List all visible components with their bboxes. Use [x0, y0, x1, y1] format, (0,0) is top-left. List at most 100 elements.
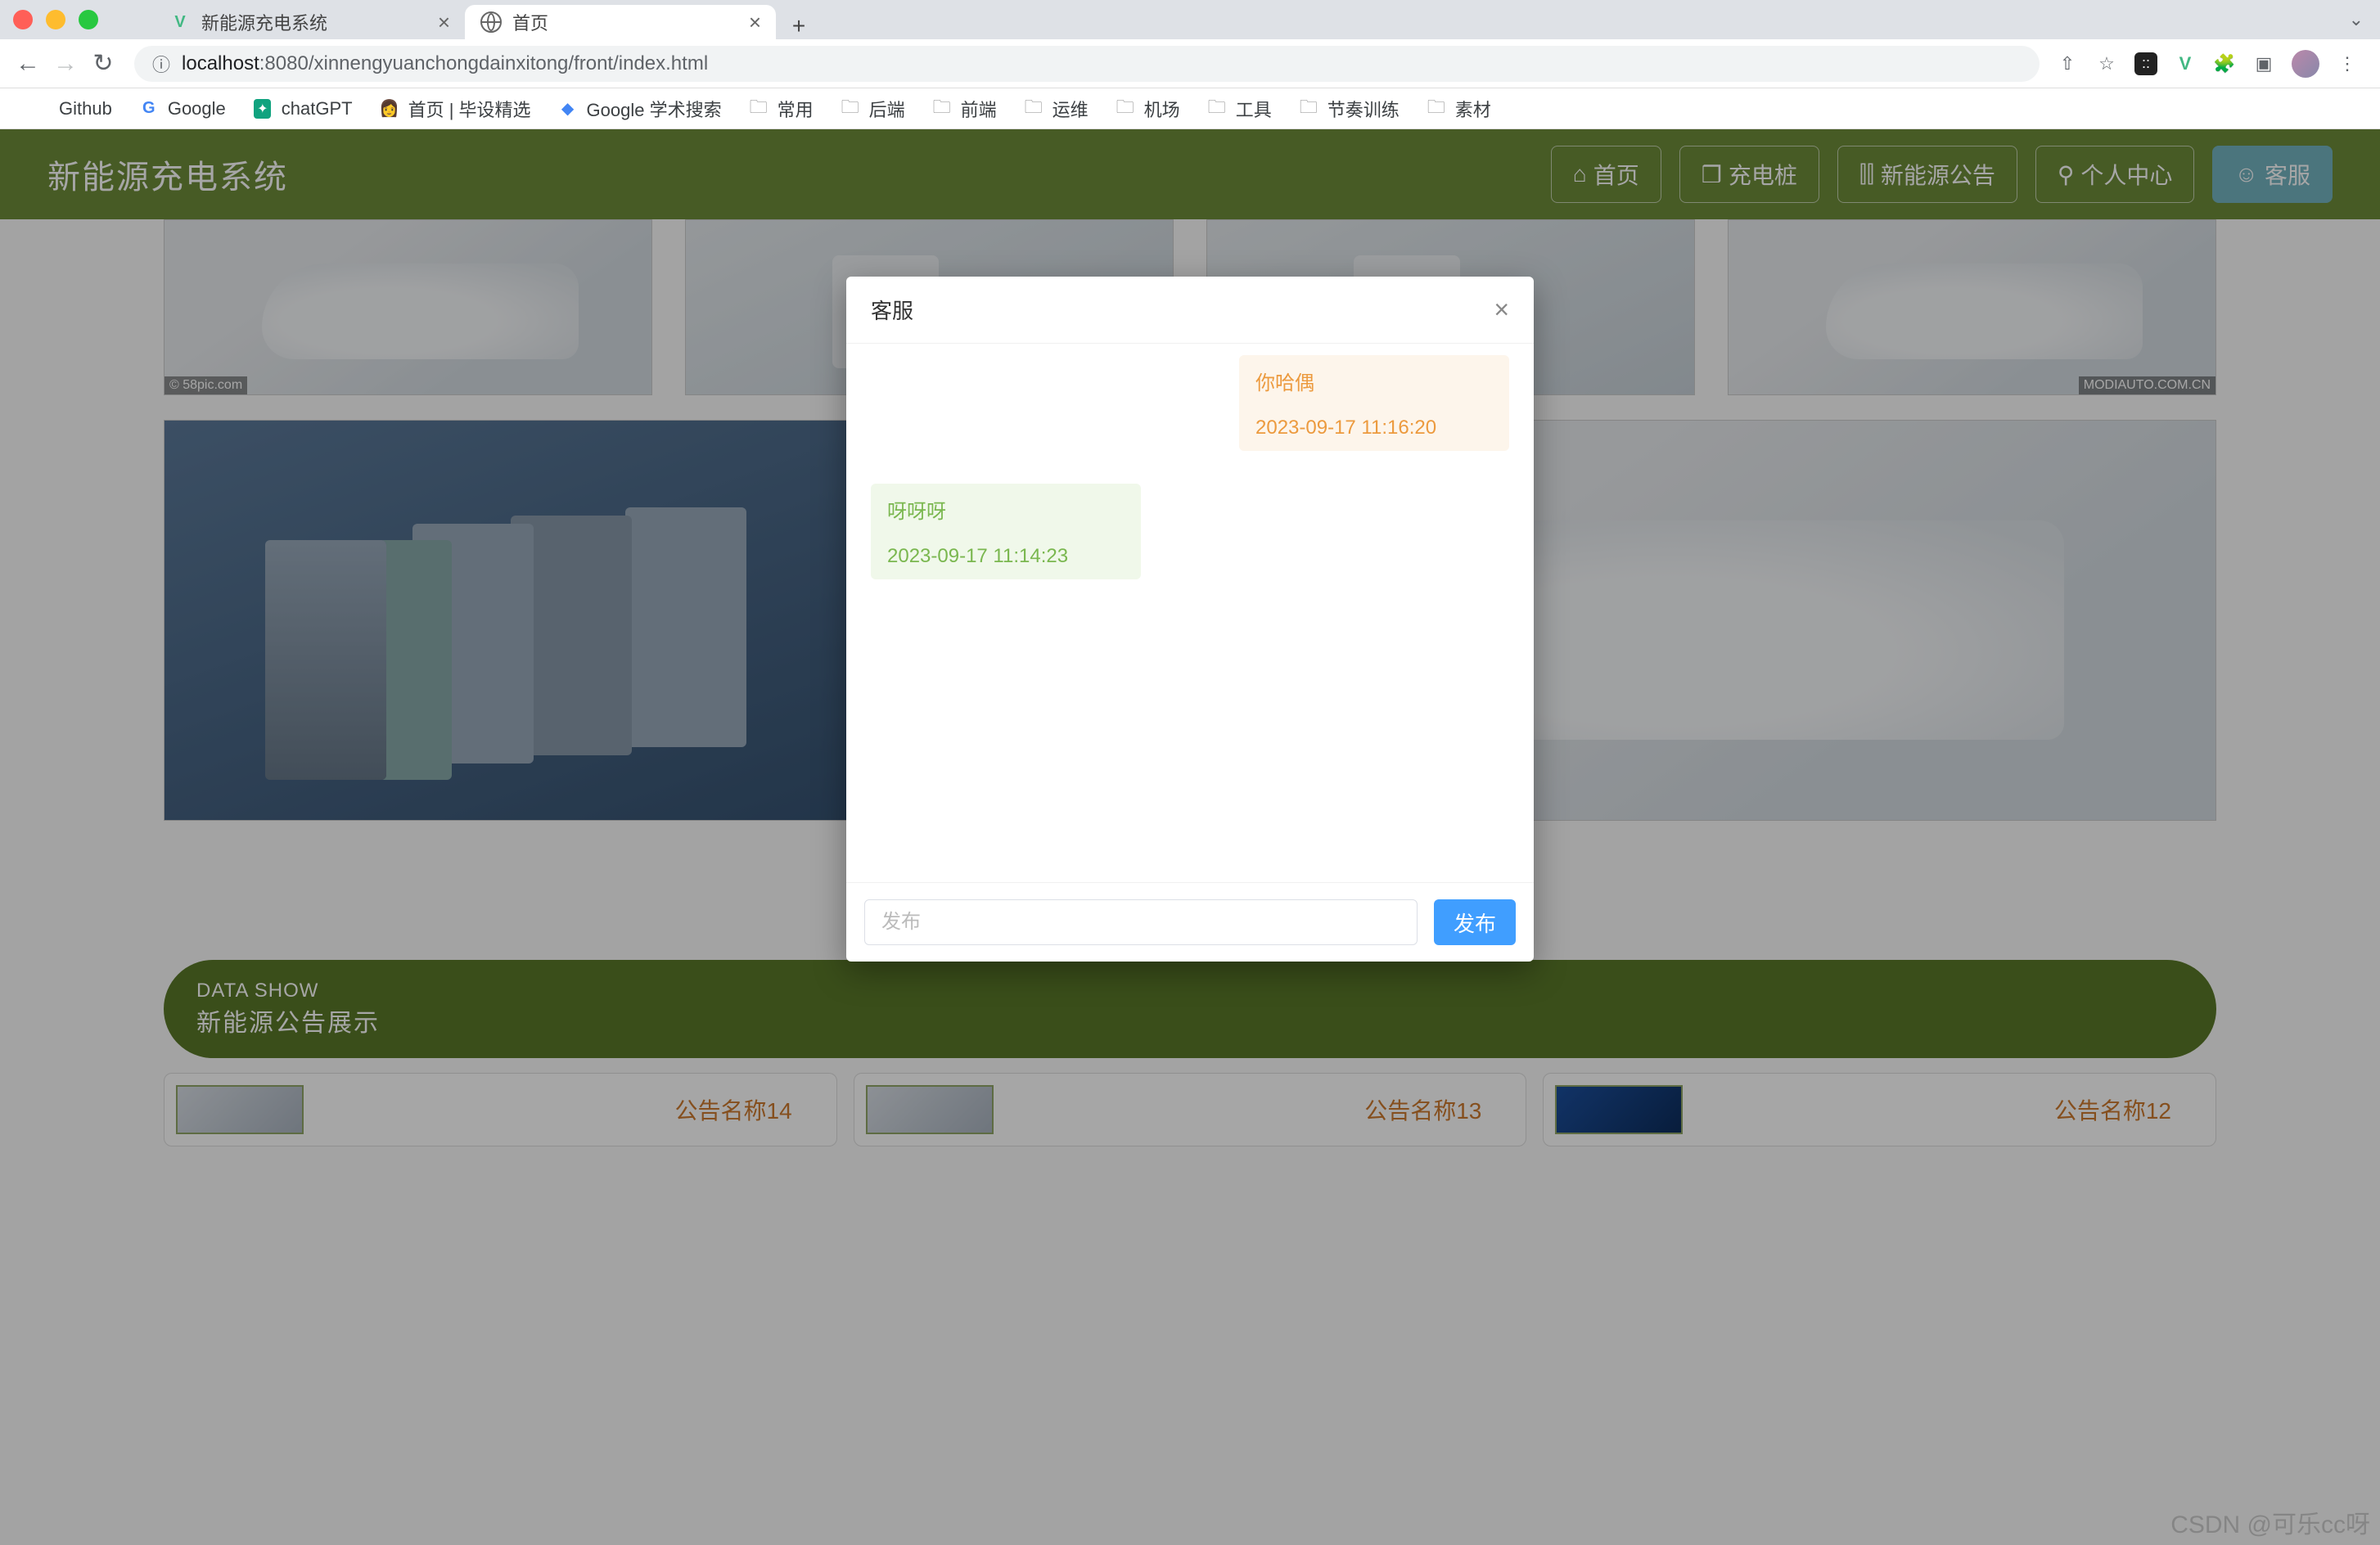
forward-button: →: [51, 49, 80, 79]
dialog-header: 客服 ×: [846, 277, 1534, 343]
window-titlebar: V 新能源充电系统 × 首页 × + ⌄: [0, 0, 2380, 39]
announcement-title: 公告名称12: [2054, 1093, 2204, 1126]
nav-icon: ⚲: [2058, 161, 2075, 188]
send-button[interactable]: 发布: [1434, 899, 1516, 945]
bookmark-label: Github: [59, 98, 112, 119]
announcement-row: 公告名称14 公告名称13 公告名称12: [164, 1073, 2216, 1146]
traffic-lights: [13, 10, 98, 29]
close-tab-icon[interactable]: ×: [749, 10, 761, 35]
watermark-text: CSDN @可乐cc呀: [2170, 1504, 2370, 1540]
chrome-menu-icon[interactable]: ⋮: [2336, 52, 2359, 75]
bookmark-item[interactable]: 👩 首页 | 毕设精选: [379, 96, 531, 122]
nav-label: 充电桩: [1729, 158, 1797, 191]
close-window-icon[interactable]: [13, 10, 33, 29]
toolbar-actions: ⇧ ☆ :: V 🧩 ▣ ⋮: [2056, 50, 2367, 78]
announcement-title: 公告名称14: [675, 1093, 825, 1126]
tabs-dropdown-icon[interactable]: ⌄: [2349, 9, 2364, 30]
bookmark-star-icon[interactable]: ☆: [2095, 52, 2118, 75]
announcement-card[interactable]: 公告名称14: [164, 1073, 837, 1146]
dialog-title: 客服: [871, 295, 913, 325]
maximize-window-icon[interactable]: [79, 10, 98, 29]
url-text: localhost:8080/xinnengyuanchongdainxiton…: [182, 52, 708, 75]
bookmark-label: chatGPT: [282, 98, 353, 119]
nav-label: 个人中心: [2080, 158, 2172, 191]
tab-title: 新能源充电系统: [201, 9, 428, 35]
tab-strip: V 新能源充电系统 × 首页 × +: [154, 0, 815, 39]
bookmark-label: 常用: [778, 96, 814, 122]
new-tab-button[interactable]: +: [782, 13, 815, 39]
bookmark-item[interactable]: 🗀工具: [1206, 96, 1272, 122]
announcement-thumbnail: [866, 1085, 994, 1134]
extension-icon[interactable]: ::: [2134, 52, 2157, 75]
bookmark-item[interactable]: GGoogle: [138, 98, 226, 119]
share-icon[interactable]: ⇧: [2056, 52, 2079, 75]
message-timestamp: 2023-09-17 11:16:20: [1255, 417, 1493, 439]
address-bar[interactable]: ⓘ localhost:8080/xinnengyuanchongdainxit…: [134, 46, 2040, 82]
tab-title: 首页: [512, 9, 739, 35]
bookmark-label: 首页 | 毕设精选: [408, 96, 531, 122]
bookmark-item[interactable]: 🗀机场: [1115, 96, 1180, 122]
profile-avatar[interactable]: [2292, 50, 2319, 78]
folder-icon: 🗀: [1298, 98, 1319, 119]
bookmark-label: Google 学术搜索: [587, 96, 722, 122]
nav-button[interactable]: ☺ 客服: [2212, 146, 2333, 203]
bookmark-item[interactable]: Github: [29, 98, 112, 119]
nav-icon: ❒: [1702, 161, 1722, 188]
nav-icon: ⫿⫿: [1859, 161, 1874, 188]
bookmark-item[interactable]: 🗀前端: [931, 96, 997, 122]
folder-icon: 🗀: [840, 98, 861, 119]
nav-label: 首页: [1593, 158, 1639, 191]
message-text: 呀呀呀: [887, 495, 1125, 524]
folder-icon: 🗀: [748, 98, 769, 119]
message-input[interactable]: [864, 899, 1418, 945]
message-sent: 你哈偶 2023-09-17 11:16:20: [1239, 355, 1509, 451]
nav-button[interactable]: ❒ 充电桩: [1679, 146, 1819, 203]
bookmark-item[interactable]: ✦chatGPT: [252, 98, 353, 119]
reload-button[interactable]: ↻: [88, 49, 118, 79]
vue-devtools-icon[interactable]: V: [2174, 52, 2197, 75]
bookmark-favicon: ◆: [557, 98, 579, 119]
back-button[interactable]: ←: [13, 49, 43, 79]
message-text: 你哈偶: [1255, 367, 1493, 395]
nav-label: 新能源公告: [1881, 158, 1995, 191]
bookmark-item[interactable]: 🗀节奏训练: [1298, 96, 1400, 122]
message-timestamp: 2023-09-17 11:14:23: [887, 545, 1125, 568]
announcement-card[interactable]: 公告名称13: [854, 1073, 1527, 1146]
nav-button[interactable]: ⚲个人中心: [2035, 146, 2195, 203]
folder-icon: 🗀: [931, 98, 953, 119]
bookmark-item[interactable]: 🗀 常用: [748, 96, 814, 122]
nav-button[interactable]: ⫿⫿ 新能源公告: [1837, 146, 2017, 203]
site-header: 新能源充电系统 ⌂首页❒充电桩⫿⫿新能源公告⚲个人中心☺客服: [0, 129, 2380, 219]
nav-button[interactable]: ⌂首页: [1551, 146, 1661, 203]
bookmark-item[interactable]: 🗀运维: [1023, 96, 1089, 122]
bookmark-item[interactable]: 🗀素材: [1426, 96, 1491, 122]
bookmark-label: 工具: [1236, 96, 1272, 122]
tab-active[interactable]: 首页 ×: [465, 5, 776, 39]
bookmark-item[interactable]: 🗀后端: [840, 96, 905, 122]
bookmark-label: 素材: [1455, 96, 1491, 122]
section-header-bar: DATA SHOW 新能源公告展示: [164, 960, 2216, 1058]
minimize-window-icon[interactable]: [46, 10, 65, 29]
extensions-puzzle-icon[interactable]: 🧩: [2213, 52, 2236, 75]
nav-label: 客服: [2265, 158, 2310, 191]
bookmark-item[interactable]: ◆ Google 学术搜索: [557, 96, 722, 122]
announcement-card[interactable]: 公告名称12: [1543, 1073, 2216, 1146]
announcement-thumbnail: [176, 1085, 304, 1134]
announcement-thumbnail: [1555, 1085, 1683, 1134]
close-tab-icon[interactable]: ×: [438, 10, 450, 35]
site-info-icon[interactable]: ⓘ: [152, 51, 170, 77]
customer-service-dialog: 客服 × 你哈偶 2023-09-17 11:16:20 呀呀呀 2023-09-17…: [846, 277, 1534, 962]
message-received: 呀呀呀 2023-09-17 11:14:23: [871, 484, 1141, 579]
nav-icon: ☺: [2234, 161, 2258, 187]
folder-icon: 🗀: [1023, 98, 1044, 119]
sidepanel-icon[interactable]: ▣: [2252, 52, 2275, 75]
dialog-close-icon[interactable]: ×: [1494, 295, 1509, 325]
bookmark-favicon: G: [138, 98, 160, 119]
dialog-footer: 发布: [846, 883, 1534, 962]
bookmark-favicon: [29, 98, 51, 119]
dialog-body: 你哈偶 2023-09-17 11:16:20 呀呀呀 2023-09-17 11:1…: [846, 343, 1534, 883]
bookmark-favicon: 👩: [379, 98, 400, 119]
section-title: 新能源公告展示: [196, 1002, 2184, 1038]
tab-inactive[interactable]: V 新能源充电系统 ×: [154, 5, 465, 39]
image-placeholder: © 58pic.com: [164, 219, 652, 395]
